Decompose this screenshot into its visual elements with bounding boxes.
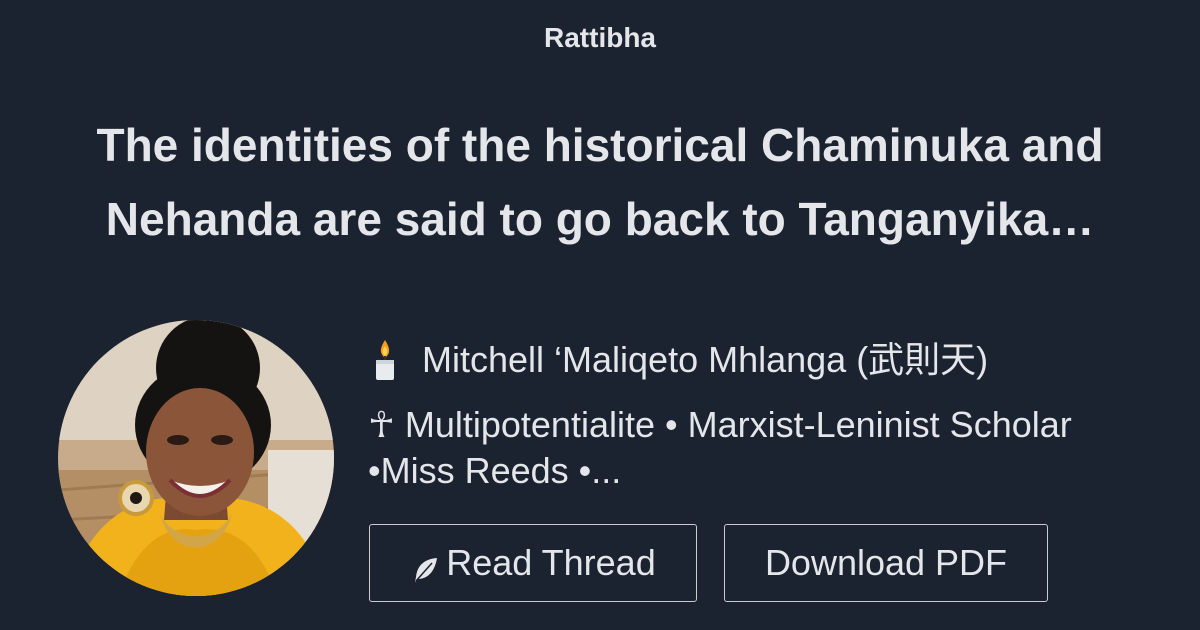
- thread-title-line-1: The identities of the historical Chaminu…: [96, 119, 1104, 171]
- download-pdf-button[interactable]: Download PDF: [724, 524, 1048, 602]
- author-bio: ☥ Multipotentialite • Marxist-Leninist S…: [368, 402, 1168, 494]
- author-avatar: [58, 320, 334, 596]
- author-bio-line-1: ☥ Multipotentialite • Marxist-Leninist S…: [368, 404, 1072, 445]
- candle-icon: [370, 338, 400, 382]
- author-name[interactable]: Mitchell ‘Maliqeto Mhlanga (武則天): [422, 336, 988, 384]
- thread-title-line-2: Nehanda are said to go back to Tanganyik…: [105, 193, 1095, 245]
- author-line: Mitchell ‘Maliqeto Mhlanga (武則天): [370, 336, 988, 384]
- download-pdf-label: Download PDF: [764, 542, 1008, 583]
- brand-name: Rattibha: [544, 22, 656, 53]
- thread-title: The identities of the historical Chaminu…: [60, 108, 1140, 256]
- read-thread-button[interactable]: Read Thread: [369, 524, 697, 602]
- author-bio-line-2: •Miss Reeds •...: [368, 450, 622, 491]
- feather-icon: [410, 552, 440, 582]
- read-thread-label: Read Thread: [446, 542, 656, 583]
